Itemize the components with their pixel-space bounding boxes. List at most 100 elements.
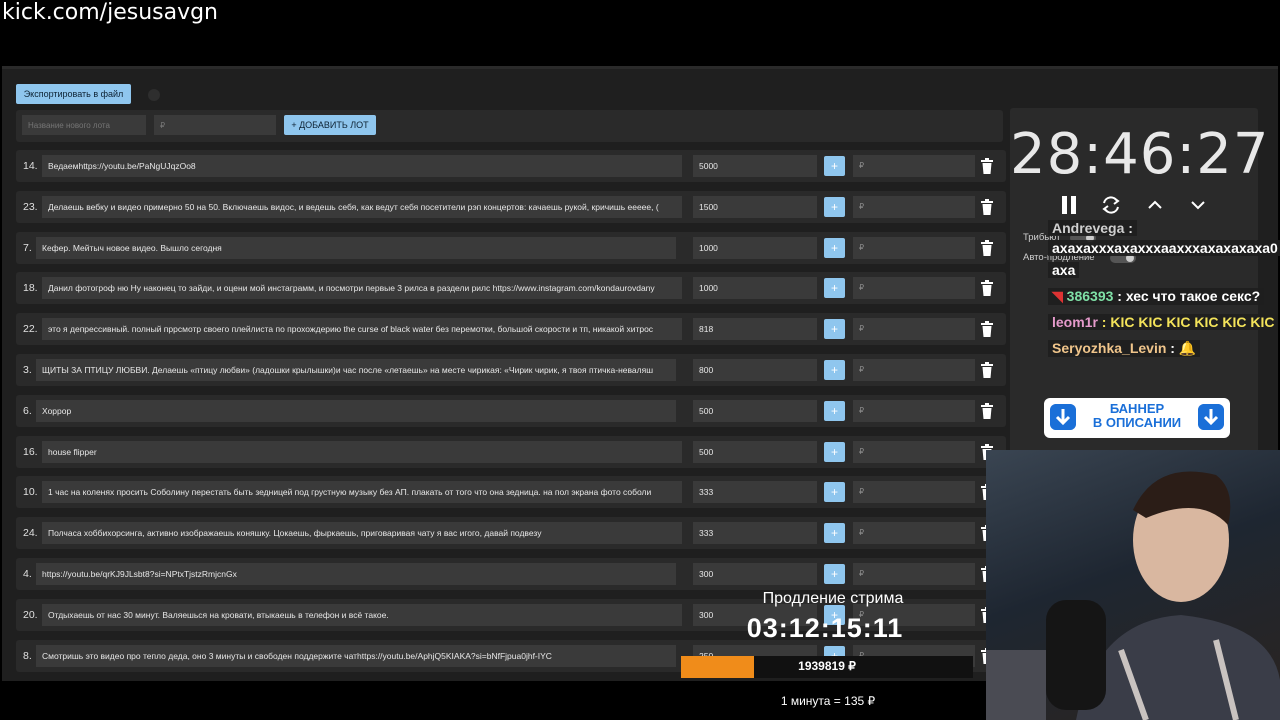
lot-row: 6. Хоррор 500 + ₽	[16, 394, 1006, 427]
chat-line: leom1r : KIC KIC KIC KIC KIC KIC	[1048, 314, 1279, 330]
add-amount-input[interactable]: ₽	[853, 481, 975, 504]
lot-number: 18.	[23, 282, 38, 295]
lot-name-field[interactable]: https://youtu.be/qrKJ9JLsbt8?si=NPtxTjst…	[36, 562, 676, 585]
lot-row: 10. 1 час на коленях просить Соболину пер…	[16, 476, 1006, 509]
lot-number: 22.	[23, 323, 38, 336]
lot-number: 14.	[23, 160, 38, 172]
add-amount-button[interactable]: +	[824, 319, 845, 340]
add-amount-button[interactable]: +	[824, 156, 845, 176]
chat-line: ◥ 386393 : хес что такое секс?	[1048, 288, 1265, 305]
add-amount-input[interactable]: ₽	[853, 358, 975, 381]
add-amount-input[interactable]: ₽	[853, 562, 975, 585]
lot-name-field[interactable]: Делаешь вебку и видео примерно 50 на 50.…	[42, 195, 682, 218]
lot-row: 23. Делаешь вебку и видео примерно 50 на …	[16, 190, 1006, 223]
lot-amount-field[interactable]: 1000	[693, 277, 817, 300]
reset-icon[interactable]	[1100, 194, 1122, 216]
lot-row: 14. Ведаемhttps://youtu.be/PaNgUJqzOo8 500…	[16, 150, 1006, 182]
chat-username: Seryozhka_Levin	[1052, 340, 1167, 356]
add-amount-input[interactable]: ₽	[853, 195, 975, 218]
add-amount-input[interactable]: ₽	[853, 236, 975, 259]
trash-icon[interactable]	[980, 198, 994, 215]
trash-icon[interactable]	[980, 239, 994, 256]
lot-name-field[interactable]: Смотришь это видео про тепло деда, оно 3…	[36, 644, 676, 667]
lot-name-field[interactable]: Данил фотогроф ню Ну наконец то зайди, и…	[42, 277, 682, 300]
lot-number: 8.	[23, 649, 32, 662]
lot-number: 4.	[23, 567, 32, 580]
extension-label: Продление стрима	[762, 590, 904, 607]
trash-icon[interactable]	[980, 402, 994, 419]
pause-icon[interactable]	[1058, 194, 1080, 216]
add-amount-button[interactable]: +	[824, 359, 845, 380]
add-amount-button[interactable]: +	[824, 196, 845, 217]
lot-row: 3. ЩИТЫ ЗА ПТИЦУ ЛЮБВИ. Делаешь «птицу лю…	[16, 353, 1006, 386]
lot-amount-field[interactable]: 500	[693, 440, 817, 463]
lot-number: 3.	[23, 363, 32, 376]
add-amount-input[interactable]: ₽	[853, 155, 975, 177]
webcam-feed	[986, 450, 1280, 720]
lot-number: 6.	[23, 404, 32, 417]
donation-amount: 1939819 ₽	[798, 659, 856, 673]
lot-number: 23.	[23, 200, 38, 213]
lot-amount-field[interactable]: 1500	[693, 195, 817, 218]
lot-amount-field[interactable]: 1000	[693, 236, 817, 259]
lot-name-field[interactable]: Полчаса хоббихорсинга, активно изображае…	[42, 522, 682, 545]
lot-name-input[interactable]	[22, 115, 146, 135]
add-amount-input[interactable]: ₽	[853, 277, 975, 300]
lot-row: 16. house flipper 500 + ₽	[16, 435, 1006, 468]
lot-amount-field[interactable]: 333	[693, 481, 817, 504]
extension-rate: 1 минута = 135 ₽	[780, 694, 876, 708]
chat-username: leom1r	[1052, 314, 1098, 330]
add-amount-input[interactable]: ₽	[853, 399, 975, 422]
lot-amount-field[interactable]: 333	[693, 522, 817, 545]
add-amount-button[interactable]: +	[824, 563, 845, 584]
lot-number: 16.	[23, 445, 38, 458]
lot-name-field[interactable]: это я депрессивный. полный пррсмотр свое…	[42, 318, 682, 341]
lot-name-field[interactable]: Кефер. Мейтыч новое видео. Вышло сегодня	[36, 236, 676, 259]
badge-icon: ◥	[1052, 288, 1063, 304]
chat-username: 386393	[1066, 288, 1114, 304]
lot-number: 10.	[23, 486, 38, 499]
lot-amount-field[interactable]: 5000	[693, 155, 817, 177]
export-button[interactable]: Экспортировать в файл	[16, 84, 131, 104]
chat-line: Andrevega :	[1048, 220, 1137, 236]
trash-icon[interactable]	[980, 280, 994, 297]
lot-price-input[interactable]	[154, 115, 276, 135]
arrow-down-icon	[1050, 404, 1076, 430]
lot-amount-field[interactable]: 300	[693, 562, 817, 585]
arrow-down-icon	[1198, 404, 1224, 430]
lot-row: 18. Данил фотогроф ню Ну наконец то зайди…	[16, 272, 1006, 305]
add-amount-input[interactable]: ₽	[853, 522, 975, 545]
add-amount-button[interactable]: +	[824, 441, 845, 462]
lot-name-field[interactable]: Хоррор	[36, 399, 676, 422]
lot-amount-field[interactable]: 500	[693, 399, 817, 422]
donation-progress: 1939819 ₽	[681, 656, 973, 678]
extension-time: 03:12:15:11	[746, 613, 904, 643]
lot-row: 24. Полчаса хоббихорсинга, активно изобра…	[16, 517, 1006, 550]
add-amount-button[interactable]: +	[824, 523, 845, 544]
lot-name-field[interactable]: Отдыхаешь от нас 30 минут. Валяешься на …	[42, 603, 682, 626]
trash-icon[interactable]	[980, 158, 994, 174]
chevron-up-icon[interactable]	[1144, 194, 1166, 216]
add-amount-button[interactable]: +	[824, 237, 845, 258]
lot-name-field[interactable]: house flipper	[42, 440, 682, 463]
lot-name-field[interactable]: Ведаемhttps://youtu.be/PaNgUJqzOo8	[42, 155, 682, 177]
lot-amount-field[interactable]: 800	[693, 358, 817, 381]
lot-name-field[interactable]: 1 час на коленях просить Соболину перест…	[42, 481, 682, 504]
lot-number: 20.	[23, 608, 38, 621]
add-amount-button[interactable]: +	[824, 482, 845, 503]
lot-amount-field[interactable]: 818	[693, 318, 817, 341]
add-amount-input[interactable]: ₽	[853, 318, 975, 341]
lot-name-field[interactable]: ЩИТЫ ЗА ПТИЦУ ЛЮБВИ. Делаешь «птицу любв…	[36, 358, 676, 381]
streamer-image	[986, 471, 1280, 720]
add-amount-input[interactable]: ₽	[853, 440, 975, 463]
trash-icon[interactable]	[980, 321, 994, 338]
trash-icon[interactable]	[980, 361, 994, 378]
chevron-down-icon[interactable]	[1187, 194, 1209, 216]
add-amount-button[interactable]: +	[824, 400, 845, 421]
chat-line: Seryozhka_Levin : 🔔	[1048, 340, 1201, 357]
lot-row: 7. Кефер. Мейтыч новое видео. Вышло сегод…	[16, 231, 1006, 264]
add-lot-button[interactable]: + ДОБАВИТЬ ЛОТ	[284, 115, 376, 135]
stream-url: kick.com/jesusavgn	[2, 0, 219, 25]
add-amount-button[interactable]: +	[824, 278, 845, 299]
chat-line: ахахахххахахххаахххахахахаха0	[1048, 240, 1280, 256]
